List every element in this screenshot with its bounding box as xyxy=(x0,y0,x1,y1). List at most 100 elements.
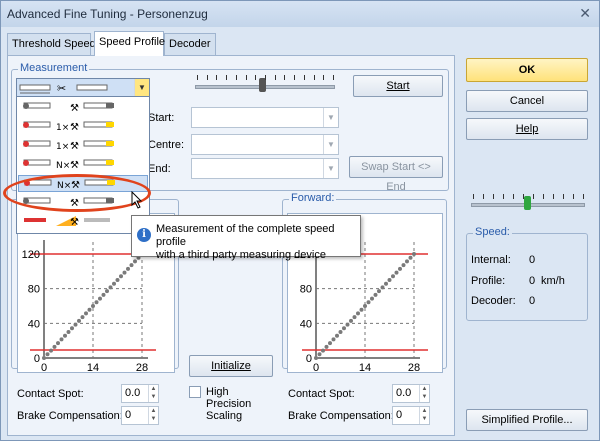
spinner-arrows-icon[interactable]: ▲ ▼ xyxy=(419,385,429,402)
high-precision-line-3: Scaling xyxy=(206,410,243,422)
right-contact-spot-spinner[interactable]: 0.0 ▲ ▼ xyxy=(392,384,430,403)
dropdown-item[interactable]: N× ⚒ xyxy=(18,156,148,173)
x-tick-label: 14 xyxy=(87,362,99,372)
slider-tick xyxy=(493,194,494,199)
measure-tool-icon: ⚒ xyxy=(70,103,79,114)
mouse-cursor-icon xyxy=(131,191,143,209)
data-point xyxy=(119,274,123,279)
start-field-combo[interactable]: ▼ xyxy=(191,107,339,128)
data-point xyxy=(87,307,92,312)
slider-tick xyxy=(284,75,286,80)
data-point xyxy=(377,289,381,294)
measure-tool-icon: ⚒ xyxy=(70,141,79,152)
start-field-label: Start: xyxy=(148,112,175,124)
measurement-method-icon: N× ⚒ xyxy=(23,159,114,171)
right-brake-compensation-spinner[interactable]: 0 ▲ ▼ xyxy=(392,406,430,425)
centre-field-combo[interactable]: ▼ xyxy=(191,134,339,155)
tooltip-text: Measurement of the complete speed profil… xyxy=(156,223,360,262)
tooltip-line-2: with a third party measuring device xyxy=(156,249,326,261)
data-point xyxy=(387,278,392,282)
slider-tick xyxy=(513,194,514,199)
chevron-down-icon[interactable]: ▼ xyxy=(323,108,338,127)
slider-tick xyxy=(245,75,247,80)
x-tick-label: 28 xyxy=(408,362,420,372)
data-point xyxy=(324,344,329,349)
data-point xyxy=(115,278,120,282)
slider-tick xyxy=(503,194,504,199)
data-point xyxy=(335,333,339,338)
dropdown-item[interactable]: 1× ⚒ xyxy=(18,137,148,154)
chevron-down-icon[interactable]: ▼ xyxy=(323,135,338,154)
y-tick-label: 120 xyxy=(22,249,40,261)
slider-tick xyxy=(294,75,296,80)
start-button[interactable]: Start xyxy=(353,75,443,97)
high-precision-scaling-checkbox[interactable] xyxy=(189,386,201,398)
slider-tick xyxy=(523,194,524,199)
help-button[interactable]: Help xyxy=(466,118,588,140)
dropdown-item[interactable]: ⚒ xyxy=(18,213,148,230)
slider-tick xyxy=(583,194,584,199)
data-point xyxy=(84,311,88,316)
dropdown-item[interactable]: ⚒ xyxy=(18,99,148,116)
data-point xyxy=(77,318,81,323)
swap-start-end-button[interactable]: Swap Start <> End xyxy=(349,156,443,193)
measurement-method-icon: ✂ xyxy=(19,82,108,95)
measurement-method-icon: ⚒ xyxy=(23,102,114,114)
data-point xyxy=(314,356,318,360)
slider-tick xyxy=(265,75,266,80)
dropdown-item[interactable]: 1× ⚒ xyxy=(18,118,148,135)
data-point xyxy=(401,263,406,268)
data-point xyxy=(342,326,346,331)
data-point xyxy=(380,285,385,290)
data-point xyxy=(80,315,85,320)
centre-field-label: Centre: xyxy=(148,139,185,151)
data-point xyxy=(63,333,67,338)
data-point xyxy=(352,315,357,320)
ok-button[interactable]: OK xyxy=(466,58,588,82)
slider-tick xyxy=(533,194,534,199)
data-point xyxy=(105,289,109,294)
initialize-button[interactable]: Initialize xyxy=(189,355,273,377)
tab-speed-profile[interactable]: Speed Profile xyxy=(94,31,165,56)
spinner-arrows-icon[interactable]: ▲ ▼ xyxy=(148,407,158,424)
highlight-ring xyxy=(3,174,151,212)
slider-tick xyxy=(473,194,474,199)
slider-tick xyxy=(206,75,208,80)
left-brake-compensation-spinner[interactable]: 0 ▲ ▼ xyxy=(121,406,159,425)
tab-decoder[interactable]: Decoder xyxy=(164,33,216,55)
data-point xyxy=(349,318,353,323)
data-point xyxy=(122,270,127,275)
measurement-method-icon: ⚒ xyxy=(24,216,110,228)
measurement-group-label: Measurement xyxy=(18,62,90,74)
data-point xyxy=(384,281,388,286)
slider-tick xyxy=(483,194,484,199)
spinner-arrows-icon[interactable]: ▲ ▼ xyxy=(419,407,429,424)
end-field-combo[interactable]: ▼ xyxy=(191,158,339,179)
dropdown-item-label: N× xyxy=(56,161,70,171)
tab-threshold-speed[interactable]: Threshold Speed xyxy=(7,33,96,55)
simplified-profile-button[interactable]: Simplified Profile... xyxy=(466,409,588,431)
data-point xyxy=(94,300,99,305)
speed-slider-thumb[interactable] xyxy=(524,196,531,210)
slider-tick xyxy=(274,75,276,80)
data-point xyxy=(412,252,416,256)
data-point xyxy=(45,352,50,357)
left-contact-spot-label: Contact Spot: xyxy=(17,388,84,400)
tooltip-line-1: Measurement of the complete speed profil… xyxy=(156,223,335,248)
end-field-label: End: xyxy=(148,163,171,175)
spinner-arrows-icon[interactable]: ▲ ▼ xyxy=(148,385,158,402)
data-point xyxy=(331,337,336,342)
measurement-slider-thumb[interactable] xyxy=(259,78,266,92)
slider-tick xyxy=(303,75,305,80)
measurement-method-combo[interactable]: ✂ ▼ xyxy=(16,78,150,97)
data-point xyxy=(98,296,102,301)
chevron-down-icon[interactable]: ▼ xyxy=(134,79,149,96)
data-point xyxy=(56,341,60,346)
close-icon[interactable]: ✕ xyxy=(579,5,591,22)
cancel-button[interactable]: Cancel xyxy=(466,90,588,112)
data-point xyxy=(359,307,364,312)
chevron-down-icon[interactable]: ▼ xyxy=(323,159,338,178)
left-contact-spot-spinner[interactable]: 0.0 ▲ ▼ xyxy=(121,384,159,403)
x-tick-label: 0 xyxy=(313,362,319,372)
slider-tick xyxy=(226,75,228,80)
